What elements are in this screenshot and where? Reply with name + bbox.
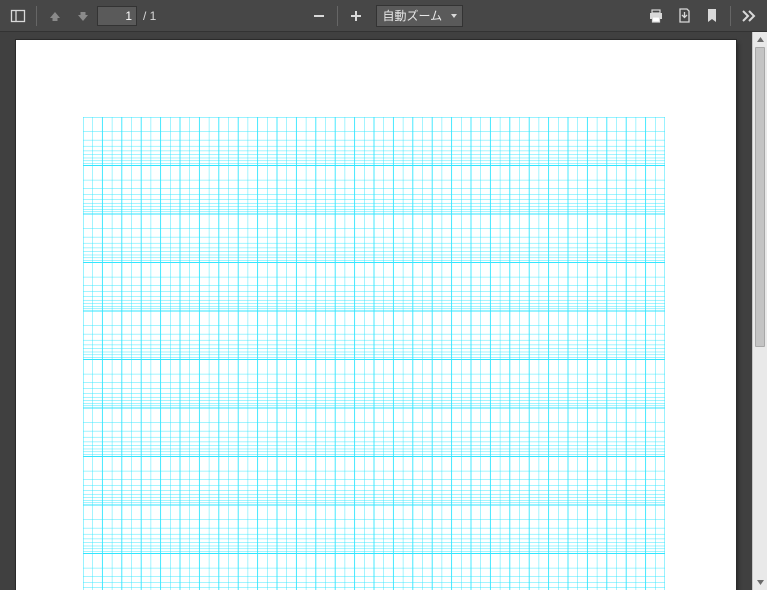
toolbar-right-group bbox=[642, 0, 767, 31]
download-icon bbox=[677, 8, 692, 23]
sidebar-toggle-button[interactable] bbox=[4, 2, 32, 30]
scrollbar-track[interactable] bbox=[753, 47, 767, 575]
separator bbox=[337, 6, 338, 26]
pdf-toolbar: / 1 自動ズーム bbox=[0, 0, 767, 32]
vertical-scrollbar[interactable] bbox=[752, 32, 767, 590]
pdf-page bbox=[16, 40, 736, 590]
page-total-label: / 1 bbox=[143, 9, 156, 23]
triangle-down-icon bbox=[756, 578, 765, 587]
next-page-button[interactable] bbox=[69, 2, 97, 30]
zoom-select[interactable]: 自動ズーム bbox=[376, 5, 463, 27]
print-button[interactable] bbox=[642, 2, 670, 30]
graph-paper-grid bbox=[83, 117, 665, 590]
scrollbar-thumb[interactable] bbox=[755, 47, 765, 347]
scroll-down-button[interactable] bbox=[753, 575, 767, 590]
scroll-up-button[interactable] bbox=[753, 32, 767, 47]
arrow-up-icon bbox=[48, 9, 62, 23]
chevrons-right-icon bbox=[741, 9, 757, 23]
toolbar-center-group: 自動ズーム bbox=[305, 0, 463, 31]
previous-page-button[interactable] bbox=[41, 2, 69, 30]
toolbar-left-group: / 1 bbox=[0, 0, 160, 31]
print-icon bbox=[648, 8, 664, 24]
page-number-input[interactable] bbox=[97, 6, 137, 26]
plus-icon bbox=[349, 9, 363, 23]
more-tools-button[interactable] bbox=[735, 2, 763, 30]
download-button[interactable] bbox=[670, 2, 698, 30]
page-container[interactable] bbox=[0, 32, 752, 590]
pdf-viewer-area bbox=[0, 32, 767, 590]
zoom-in-button[interactable] bbox=[342, 2, 370, 30]
sidebar-toggle-icon bbox=[10, 8, 26, 24]
separator bbox=[36, 6, 37, 26]
zoom-select-wrap: 自動ズーム bbox=[376, 5, 463, 27]
minus-icon bbox=[312, 9, 326, 23]
separator bbox=[730, 6, 731, 26]
bookmark-icon bbox=[706, 8, 718, 23]
arrow-down-icon bbox=[76, 9, 90, 23]
bookmark-button[interactable] bbox=[698, 2, 726, 30]
zoom-out-button[interactable] bbox=[305, 2, 333, 30]
triangle-up-icon bbox=[756, 35, 765, 44]
